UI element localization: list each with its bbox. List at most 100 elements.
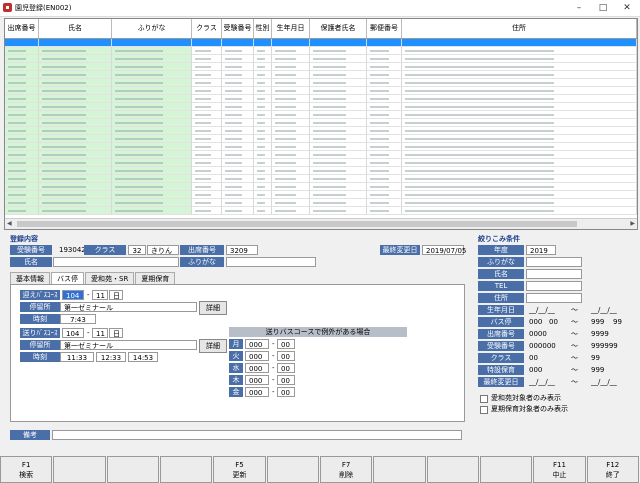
col-gender[interactable]: 性別	[254, 19, 272, 38]
address-filter-field[interactable]	[526, 293, 582, 303]
bus-from-course[interactable]: 000	[526, 317, 544, 327]
class-name-field[interactable]: きりん	[147, 245, 179, 255]
col-class[interactable]: クラス	[192, 19, 222, 38]
grid-body[interactable]	[5, 39, 637, 217]
close-icon[interactable]: ✕	[616, 0, 638, 16]
table-row[interactable]	[5, 55, 637, 63]
drop-seq-field[interactable]: 11	[92, 328, 108, 338]
bus-to-seq[interactable]: 99	[610, 317, 624, 327]
exception-seq-field[interactable]: 00	[277, 363, 295, 373]
attend-no-field[interactable]: 3209	[226, 245, 258, 255]
date-from-field[interactable]: __/__/__	[526, 305, 566, 315]
table-row[interactable]	[5, 79, 637, 87]
table-row[interactable]	[5, 191, 637, 199]
fkey-8-button[interactable]	[373, 456, 426, 483]
table-row[interactable]	[5, 63, 637, 71]
drop-course-field[interactable]: 104	[62, 328, 84, 338]
exam-from-field[interactable]: 000000	[526, 341, 562, 351]
fkey-10-button[interactable]	[479, 456, 533, 483]
drop-time-3[interactable]: 14:53	[128, 352, 158, 362]
fkey-2-button[interactable]	[53, 456, 106, 483]
class-to-field[interactable]: 99	[588, 353, 624, 363]
minimize-icon[interactable]: –	[568, 0, 590, 16]
fkey-6-button[interactable]	[266, 456, 319, 483]
drop-time-1[interactable]: 11:33	[60, 352, 94, 362]
table-row[interactable]	[5, 71, 637, 79]
student-grid[interactable]: 出席番号 氏名 ふりがな クラス 受験番号 性別 生年月日 保護者氏名 郵便番号…	[4, 18, 638, 230]
exception-seq-field[interactable]: 00	[277, 375, 295, 385]
table-row[interactable]	[5, 39, 637, 47]
col-name[interactable]: 氏名	[39, 19, 112, 38]
fkey-11-button[interactable]: F11 中止	[533, 456, 586, 483]
date-from-field[interactable]: __/__/__	[526, 377, 566, 387]
table-row[interactable]	[5, 127, 637, 135]
exception-seq-field[interactable]: 00	[277, 387, 295, 397]
pickup-day-field[interactable]: 日	[109, 290, 123, 300]
col-exam-no[interactable]: 受験番号	[222, 19, 254, 38]
special-from-field[interactable]: 000	[526, 365, 562, 375]
scroll-thumb[interactable]	[17, 221, 577, 227]
bus-from-seq[interactable]: 00	[546, 317, 560, 327]
maximize-icon[interactable]: □	[592, 0, 614, 16]
scroll-left-icon[interactable]: ◀	[7, 220, 12, 227]
exception-course-field[interactable]: 000	[245, 351, 269, 361]
pickup-detail-button[interactable]: 詳細	[199, 301, 227, 315]
pickup-time-field[interactable]: 7:43	[60, 314, 96, 324]
drop-time-2[interactable]: 12:33	[96, 352, 126, 362]
table-row[interactable]	[5, 199, 637, 207]
aiwaen-only-checkbox[interactable]	[480, 395, 488, 403]
col-furigana[interactable]: ふりがな	[112, 19, 192, 38]
fkey-9-button[interactable]	[426, 456, 479, 483]
note-field[interactable]	[52, 430, 462, 440]
table-row[interactable]	[5, 167, 637, 175]
table-row[interactable]	[5, 143, 637, 151]
class-from-field[interactable]: 00	[526, 353, 562, 363]
exception-seq-field[interactable]: 00	[277, 351, 295, 361]
class-code-field[interactable]: 32	[128, 245, 146, 255]
drop-detail-button[interactable]: 詳細	[199, 339, 227, 353]
col-birthdate[interactable]: 生年月日	[272, 19, 310, 38]
tel-filter-field[interactable]	[526, 281, 582, 291]
table-row[interactable]	[5, 47, 637, 55]
table-row[interactable]	[5, 119, 637, 127]
special-to-field[interactable]: 999	[588, 365, 624, 375]
table-row[interactable]	[5, 135, 637, 143]
table-row[interactable]	[5, 111, 637, 119]
name-filter-field[interactable]	[526, 269, 582, 279]
date-to-field[interactable]: __/__/__	[588, 377, 628, 387]
table-row[interactable]	[5, 151, 637, 159]
fkey-7-button[interactable]: F7 削除	[319, 456, 373, 483]
name-field[interactable]	[53, 257, 179, 267]
summer-only-checkbox[interactable]	[480, 406, 488, 414]
pickup-stop-field[interactable]: 第一ゼミナール	[60, 302, 197, 312]
drop-day-field[interactable]: 日	[109, 328, 123, 338]
horizontal-scrollbar[interactable]: ◀ ▶	[5, 218, 637, 229]
table-row[interactable]	[5, 159, 637, 167]
date-to-field[interactable]: __/__/__	[588, 305, 628, 315]
table-row[interactable]	[5, 207, 637, 215]
exception-course-field[interactable]: 000	[245, 375, 269, 385]
fkey-5-button[interactable]: F5 更新	[213, 456, 266, 483]
pickup-course-field[interactable]: 104	[62, 290, 84, 300]
fkey-1-button[interactable]: F1 検索	[0, 456, 53, 483]
furigana-field[interactable]	[226, 257, 316, 267]
exception-course-field[interactable]: 000	[245, 387, 269, 397]
table-row[interactable]	[5, 175, 637, 183]
exam-to-field[interactable]: 999999	[588, 341, 624, 351]
year-field[interactable]: 2019	[526, 245, 556, 255]
table-row[interactable]	[5, 183, 637, 191]
pickup-seq-field[interactable]: 11	[92, 290, 108, 300]
col-attend-no[interactable]: 出席番号	[5, 19, 39, 38]
fkey-12-button[interactable]: F12 終了	[586, 456, 639, 483]
exception-seq-field[interactable]: 00	[277, 339, 295, 349]
col-postal[interactable]: 郵便番号	[367, 19, 402, 38]
table-row[interactable]	[5, 103, 637, 111]
col-guardian[interactable]: 保護者氏名	[310, 19, 367, 38]
col-address[interactable]: 住所	[402, 19, 637, 38]
table-row[interactable]	[5, 95, 637, 103]
exception-course-field[interactable]: 000	[245, 339, 269, 349]
attend-to-field[interactable]: 9999	[588, 329, 624, 339]
scroll-right-icon[interactable]: ▶	[630, 220, 635, 227]
table-row[interactable]	[5, 87, 637, 95]
bus-to-course[interactable]: 999	[588, 317, 606, 327]
